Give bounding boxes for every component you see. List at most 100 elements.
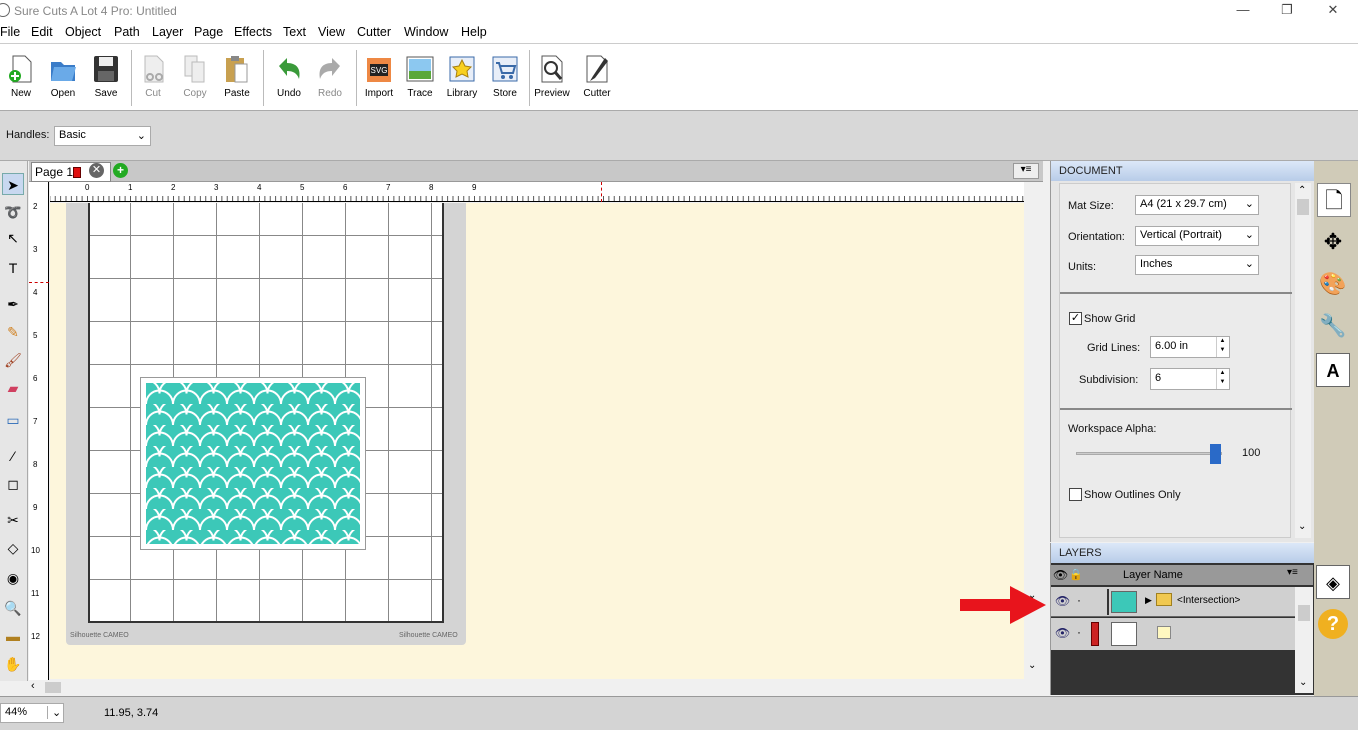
new-button[interactable]: New bbox=[0, 44, 42, 110]
units-select[interactable]: Inches ⌄ bbox=[1135, 255, 1259, 275]
hand-tool-icon[interactable]: ✋ bbox=[2, 653, 24, 675]
scroll-left-icon[interactable]: ‹ bbox=[31, 680, 35, 692]
minimize-button[interactable]: — bbox=[1220, 2, 1266, 20]
pencil-tool-icon[interactable]: ✎ bbox=[2, 321, 24, 343]
lasso-tool-icon[interactable]: ➰ bbox=[2, 201, 24, 223]
menu-window[interactable]: Window bbox=[404, 25, 448, 39]
layers-menu-icon[interactable]: ▾≡ bbox=[1287, 567, 1298, 578]
spinner-arrows-icon[interactable]: ▲ ▼ bbox=[1216, 369, 1228, 389]
pen-tool-icon[interactable]: ✒ bbox=[2, 293, 24, 315]
transform-tool-icon[interactable]: ◇ bbox=[2, 537, 24, 559]
layers-panel: LAYERS 👁 🔒 Layer Name ▾≡ 👁 · ▶ <Intersec… bbox=[1050, 543, 1314, 695]
v-tick-label: 9 bbox=[33, 503, 38, 512]
store-button[interactable]: Store bbox=[484, 44, 526, 110]
layers-panel-icon[interactable]: ◈ bbox=[1316, 565, 1350, 599]
menu-edit[interactable]: Edit bbox=[31, 25, 53, 39]
open-button[interactable]: Open bbox=[42, 44, 84, 110]
layer-row[interactable]: 👁 · bbox=[1051, 618, 1295, 650]
scroll-down-icon[interactable]: ⌄ bbox=[1299, 677, 1307, 688]
alpha-slider-thumb[interactable] bbox=[1210, 444, 1221, 464]
node-edit-tool-icon[interactable]: ↖ bbox=[2, 227, 24, 249]
zoom-select[interactable]: 44% ⌄ bbox=[0, 703, 64, 723]
layers-scrollbar[interactable]: ⌄ bbox=[1295, 587, 1313, 693]
brush-tool-icon[interactable]: 🖌 bbox=[2, 349, 24, 371]
wrench-icon[interactable]: 🔧 bbox=[1316, 309, 1350, 343]
move-panel-icon[interactable]: ✥ bbox=[1316, 225, 1350, 259]
copy-button[interactable]: Copy bbox=[174, 44, 216, 110]
preview-icon bbox=[541, 55, 563, 83]
menu-cutter[interactable]: Cutter bbox=[357, 25, 391, 39]
menu-layer[interactable]: Layer bbox=[152, 25, 183, 39]
menu-page[interactable]: Page bbox=[194, 25, 223, 39]
document-panel-icon[interactable]: 🗋 bbox=[1317, 183, 1351, 217]
h-tick-label: 4 bbox=[257, 183, 262, 192]
import-button[interactable]: SVG Import bbox=[358, 44, 400, 110]
trace-icon bbox=[406, 56, 434, 82]
spinner-arrows-icon[interactable]: ▲ ▼ bbox=[1216, 337, 1228, 357]
layer-name-column: Layer Name bbox=[1123, 569, 1183, 581]
add-page-icon[interactable]: + bbox=[113, 163, 128, 178]
close-button[interactable]: ✕ bbox=[1310, 2, 1356, 20]
close-page-icon[interactable]: ✕ bbox=[89, 163, 104, 178]
alpha-slider-track[interactable] bbox=[1076, 444, 1222, 464]
show-grid-checkbox[interactable]: ✓ bbox=[1069, 312, 1082, 325]
scroll-thumb[interactable] bbox=[1298, 605, 1310, 621]
horizontal-scrollbar[interactable]: ‹ bbox=[29, 680, 1024, 695]
scroll-thumb[interactable] bbox=[1297, 199, 1309, 215]
library-button[interactable]: Library bbox=[441, 44, 483, 110]
ruler-tool-icon[interactable]: ▬ bbox=[2, 625, 24, 647]
restore-button[interactable]: ❐ bbox=[1264, 2, 1310, 20]
text-tool-icon[interactable]: T bbox=[2, 257, 24, 279]
v-tick-label: 3 bbox=[33, 245, 38, 254]
store-icon bbox=[492, 56, 518, 82]
subdivision-field[interactable]: 6 ▲ ▼ bbox=[1150, 368, 1230, 390]
lock-toggle[interactable]: · bbox=[1077, 625, 1081, 639]
scroll-thumb[interactable] bbox=[45, 682, 61, 693]
eyedropper-tool-icon[interactable]: ⁄ bbox=[2, 445, 24, 467]
scallop-pattern-object[interactable] bbox=[140, 377, 366, 550]
eraser-tool-icon[interactable]: ▰ bbox=[2, 377, 24, 399]
cut-button[interactable]: Cut bbox=[132, 44, 174, 110]
chevron-down-icon: ⌄ bbox=[1244, 198, 1254, 210]
grid-lines-field[interactable]: 6.00 in ▲ ▼ bbox=[1150, 336, 1230, 358]
scroll-down-icon[interactable]: ⌄ bbox=[1028, 660, 1036, 671]
weld-tool-icon[interactable]: ◉ bbox=[2, 567, 24, 589]
layer-row[interactable]: 👁 · ▶ <Intersection> bbox=[1051, 587, 1295, 617]
doc-panel-scrollbar[interactable]: ⌃ ⌄ bbox=[1295, 183, 1311, 538]
mat-size-select[interactable]: A4 (21 x 29.7 cm) ⌄ bbox=[1135, 195, 1259, 215]
save-button[interactable]: Save bbox=[85, 44, 127, 110]
expand-icon[interactable]: ▶ bbox=[1145, 595, 1152, 606]
orientation-select[interactable]: Vertical (Portrait) ⌄ bbox=[1135, 226, 1259, 246]
menu-file[interactable]: File bbox=[0, 25, 20, 39]
show-outlines-checkbox[interactable] bbox=[1069, 488, 1082, 501]
select-tool-icon[interactable]: ➤ bbox=[2, 173, 24, 195]
menu-view[interactable]: View bbox=[318, 25, 345, 39]
preview-button[interactable]: Preview bbox=[531, 44, 573, 110]
paste-button[interactable]: Paste bbox=[216, 44, 258, 110]
menu-effects[interactable]: Effects bbox=[234, 25, 272, 39]
text-panel-icon[interactable]: A bbox=[1316, 353, 1350, 387]
eye-icon[interactable]: 👁 bbox=[1055, 594, 1070, 608]
page-menu-icon[interactable]: ▾≡ bbox=[1013, 163, 1039, 179]
trace-button[interactable]: Trace bbox=[399, 44, 441, 110]
scroll-down-icon[interactable]: ⌄ bbox=[1298, 521, 1306, 532]
menu-object[interactable]: Object bbox=[65, 25, 101, 39]
color-palette-icon[interactable]: 🎨 bbox=[1316, 267, 1350, 301]
lock-toggle[interactable]: · bbox=[1077, 593, 1081, 607]
units-label: Units: bbox=[1068, 261, 1097, 273]
canvas[interactable]: Silhouette CAMEO Silhouette CAMEO bbox=[50, 203, 1024, 679]
eye-icon[interactable]: 👁 bbox=[1055, 626, 1070, 640]
menu-path[interactable]: Path bbox=[114, 25, 140, 39]
fill-tool-icon[interactable]: ◻ bbox=[2, 473, 24, 495]
zoom-tool-icon[interactable]: 🔍 bbox=[2, 597, 24, 619]
shape-tool-icon[interactable]: ▭ bbox=[2, 409, 24, 431]
handles-select[interactable]: Basic ⌄ bbox=[54, 126, 151, 146]
knife-tool-icon[interactable]: ✂ bbox=[2, 509, 24, 531]
cutter-button[interactable]: Cutter bbox=[576, 44, 618, 110]
menu-text[interactable]: Text bbox=[283, 25, 306, 39]
menu-help[interactable]: Help bbox=[461, 25, 487, 39]
scroll-up-icon[interactable]: ⌃ bbox=[1298, 185, 1306, 196]
redo-button[interactable]: Redo bbox=[309, 44, 351, 110]
undo-button[interactable]: Undo bbox=[268, 44, 310, 110]
help-icon[interactable]: ? bbox=[1318, 609, 1348, 639]
